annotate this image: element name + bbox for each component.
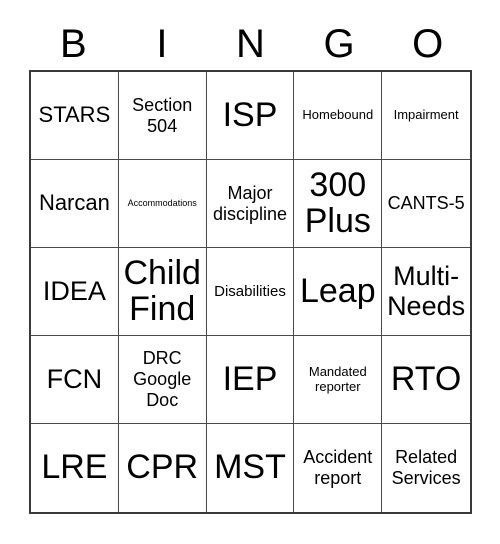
bingo-cell-label: Homebound — [302, 107, 374, 123]
bingo-cell-o1[interactable]: Impairment — [382, 72, 470, 160]
bingo-cell-i5[interactable]: CPR — [118, 424, 207, 512]
bingo-cell-label: Impairment — [393, 107, 459, 123]
bingo-cell-label: Narcan — [38, 190, 110, 216]
header-letter-b: B — [59, 22, 87, 66]
bingo-cell-label: FCN — [46, 363, 103, 394]
header-letter-i: I — [156, 22, 168, 66]
bingo-cell-label: STARS — [38, 102, 111, 128]
bingo-cell-b1[interactable]: STARS — [31, 72, 119, 160]
bingo-cell-g5[interactable]: Accident report — [294, 424, 383, 512]
bingo-cell-g2[interactable]: 300 Plus — [294, 160, 383, 248]
bingo-cell-n4[interactable]: IEP — [206, 336, 295, 424]
bingo-cell-b4[interactable]: FCN — [31, 336, 119, 424]
bingo-cell-label: Mandated reporter — [308, 363, 367, 394]
bingo-cell-i4[interactable]: DRC Google Doc — [118, 336, 207, 424]
bingo-cell-label: Leap — [299, 271, 376, 310]
bingo-cell-label: CANTS-5 — [387, 193, 465, 214]
bingo-cell-label: DRC Google Doc — [133, 348, 192, 410]
bingo-cell-o2[interactable]: CANTS-5 — [382, 160, 470, 248]
bingo-cell-label: Disabilities — [214, 282, 286, 300]
bingo-cell-label: ISP — [222, 95, 278, 134]
bingo-cell-i1[interactable]: Section 504 — [118, 72, 207, 160]
header-letter-g: G — [323, 22, 355, 66]
bingo-cell-g3[interactable]: Leap — [294, 248, 383, 336]
bingo-header-row: B I N G O — [29, 18, 472, 70]
bingo-cell-n5[interactable]: MST — [206, 424, 295, 512]
bingo-grid: STARS Section 504 ISP Homebound Impairme… — [29, 70, 472, 514]
bingo-cell-i2[interactable]: Accommodations — [118, 160, 207, 248]
bingo-cell-label: LRE — [41, 448, 108, 487]
bingo-cell-b3[interactable]: IDEA — [31, 248, 119, 336]
bingo-cell-o3[interactable]: Multi-Needs — [382, 248, 470, 336]
bingo-cell-n1[interactable]: ISP — [206, 72, 295, 160]
bingo-cell-label: CPR — [126, 448, 199, 487]
bingo-cell-label: Accident report — [303, 447, 373, 488]
header-letter-o: O — [412, 22, 444, 66]
bingo-cell-n3[interactable]: Disabilities — [206, 248, 295, 336]
bingo-cell-label: 300 Plus — [304, 165, 371, 240]
header-letter-n: N — [236, 22, 265, 66]
bingo-cell-o5[interactable]: Related Services — [382, 424, 470, 512]
bingo-cell-g4[interactable]: Mandated reporter — [294, 336, 383, 424]
bingo-cell-label: Multi-Needs — [387, 260, 466, 321]
bingo-cell-label: Section 504 — [132, 94, 193, 136]
bingo-cell-b2[interactable]: Narcan — [31, 160, 119, 248]
bingo-cell-label: MST — [214, 448, 286, 487]
bingo-cell-b5[interactable]: LRE — [31, 424, 119, 512]
bingo-cell-o4[interactable]: RTO — [382, 336, 470, 424]
bingo-cell-label: Major discipline — [212, 182, 288, 224]
bingo-cell-g1[interactable]: Homebound — [294, 72, 383, 160]
bingo-cell-label: Accommodations — [127, 198, 197, 209]
bingo-cell-label: RTO — [390, 359, 462, 398]
bingo-cell-i3[interactable]: Child Find — [118, 248, 207, 336]
bingo-cell-label: Child Find — [123, 253, 201, 328]
bingo-cell-label: IDEA — [42, 275, 106, 306]
bingo-cell-n2[interactable]: Major discipline — [206, 160, 295, 248]
bingo-cell-label: IEP — [222, 359, 278, 398]
bingo-cell-label: Related Services — [391, 447, 461, 488]
bingo-card: B I N G O STARS Section 504 ISP Homeboun… — [0, 0, 500, 544]
